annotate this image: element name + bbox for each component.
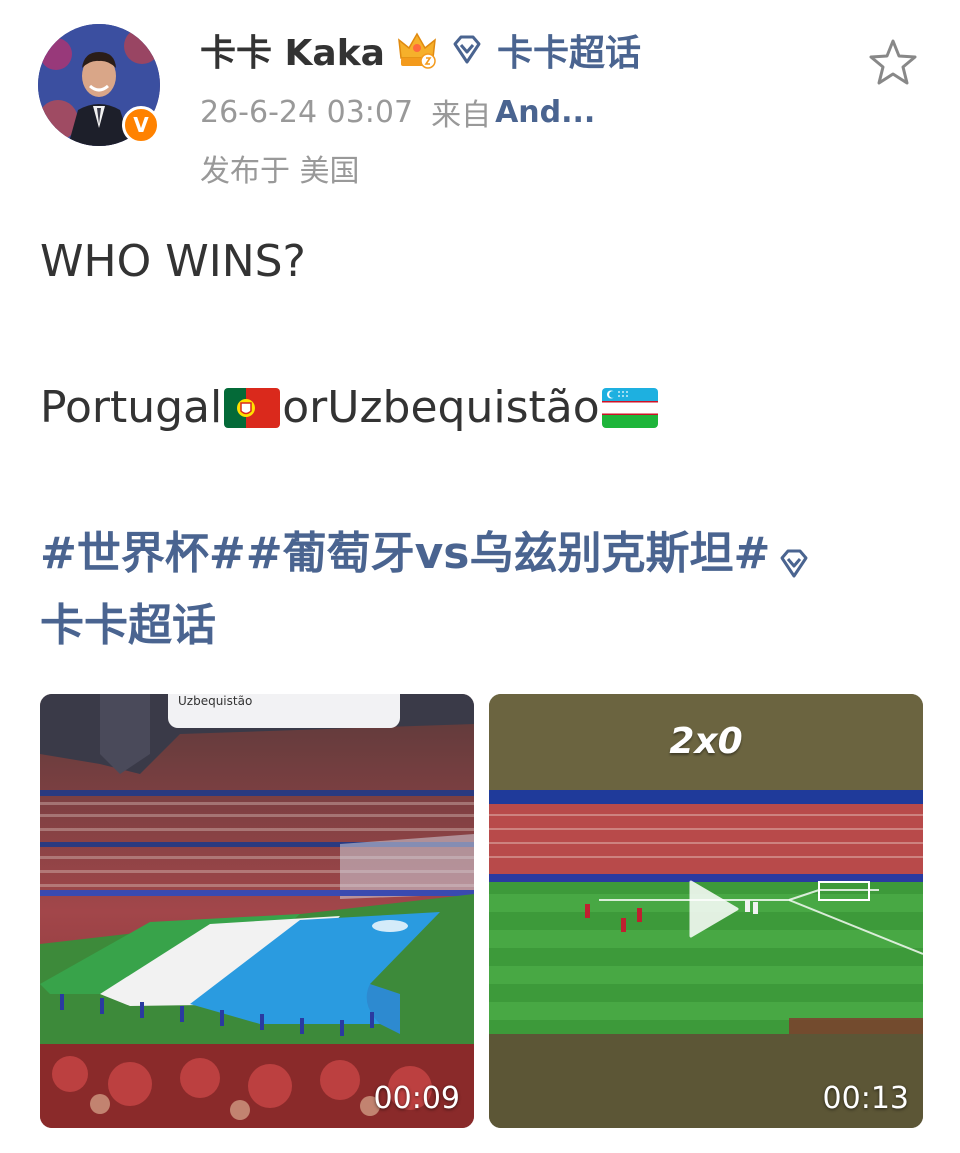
stadium-flag-ceremony-image xyxy=(40,694,474,1128)
team-portugal: Portugal xyxy=(40,382,223,433)
source-link[interactable]: And... xyxy=(495,95,595,130)
avatar-container[interactable]: V xyxy=(38,24,160,146)
hashtags[interactable]: #世界杯##葡萄牙vs乌兹别克斯坦# xyxy=(40,518,770,590)
location: 发布于 美国 xyxy=(200,154,360,189)
crown-badge-icon[interactable] xyxy=(395,28,439,72)
uzbekistan-flag-icon xyxy=(601,388,658,428)
hashtag-line[interactable]: #世界杯##葡萄牙vs乌兹别克斯坦# xyxy=(40,518,920,590)
team-uzbekistan: Uzbequistão xyxy=(327,382,600,433)
play-icon[interactable] xyxy=(675,874,745,944)
video-duration-2: 00:13 xyxy=(822,1081,909,1116)
video-thumbnail-2[interactable]: 2x0 00:13 xyxy=(489,694,923,1128)
supertopic-hashtag[interactable]: 卡卡超话 xyxy=(40,590,920,662)
post-line-teams: Portugal or Uzbequistão xyxy=(40,372,920,444)
supertopic-link[interactable]: 卡卡超话 xyxy=(497,24,641,76)
star-icon[interactable] xyxy=(866,36,920,90)
post-line-question: WHO WINS? xyxy=(40,236,306,287)
author-name[interactable]: 卡卡 Kaka xyxy=(200,24,385,76)
post-meta: 26-6-24 03:07 来自 And... xyxy=(200,90,595,134)
connector-word: or xyxy=(282,382,328,433)
diamond-icon xyxy=(447,30,487,70)
video-score-overlay: 2x0 xyxy=(669,721,743,762)
portugal-flag-icon xyxy=(224,388,281,428)
author-row: 卡卡 Kaka 卡卡超话 xyxy=(200,26,641,74)
timestamp: 26-6-24 03:07 xyxy=(200,94,414,130)
verified-v-icon: V xyxy=(122,106,160,144)
video-overlay-caption: Uzbequistão xyxy=(168,694,400,728)
diamond-icon xyxy=(774,534,814,578)
post-body: WHO WINS? Portugal or Uzbequistão #世界杯##… xyxy=(40,226,920,662)
video-duration-1: 00:09 xyxy=(373,1081,460,1116)
source-label: 来自 xyxy=(431,98,492,133)
video-thumbnail-1[interactable]: Uzbequistão 00:09 xyxy=(40,694,474,1128)
